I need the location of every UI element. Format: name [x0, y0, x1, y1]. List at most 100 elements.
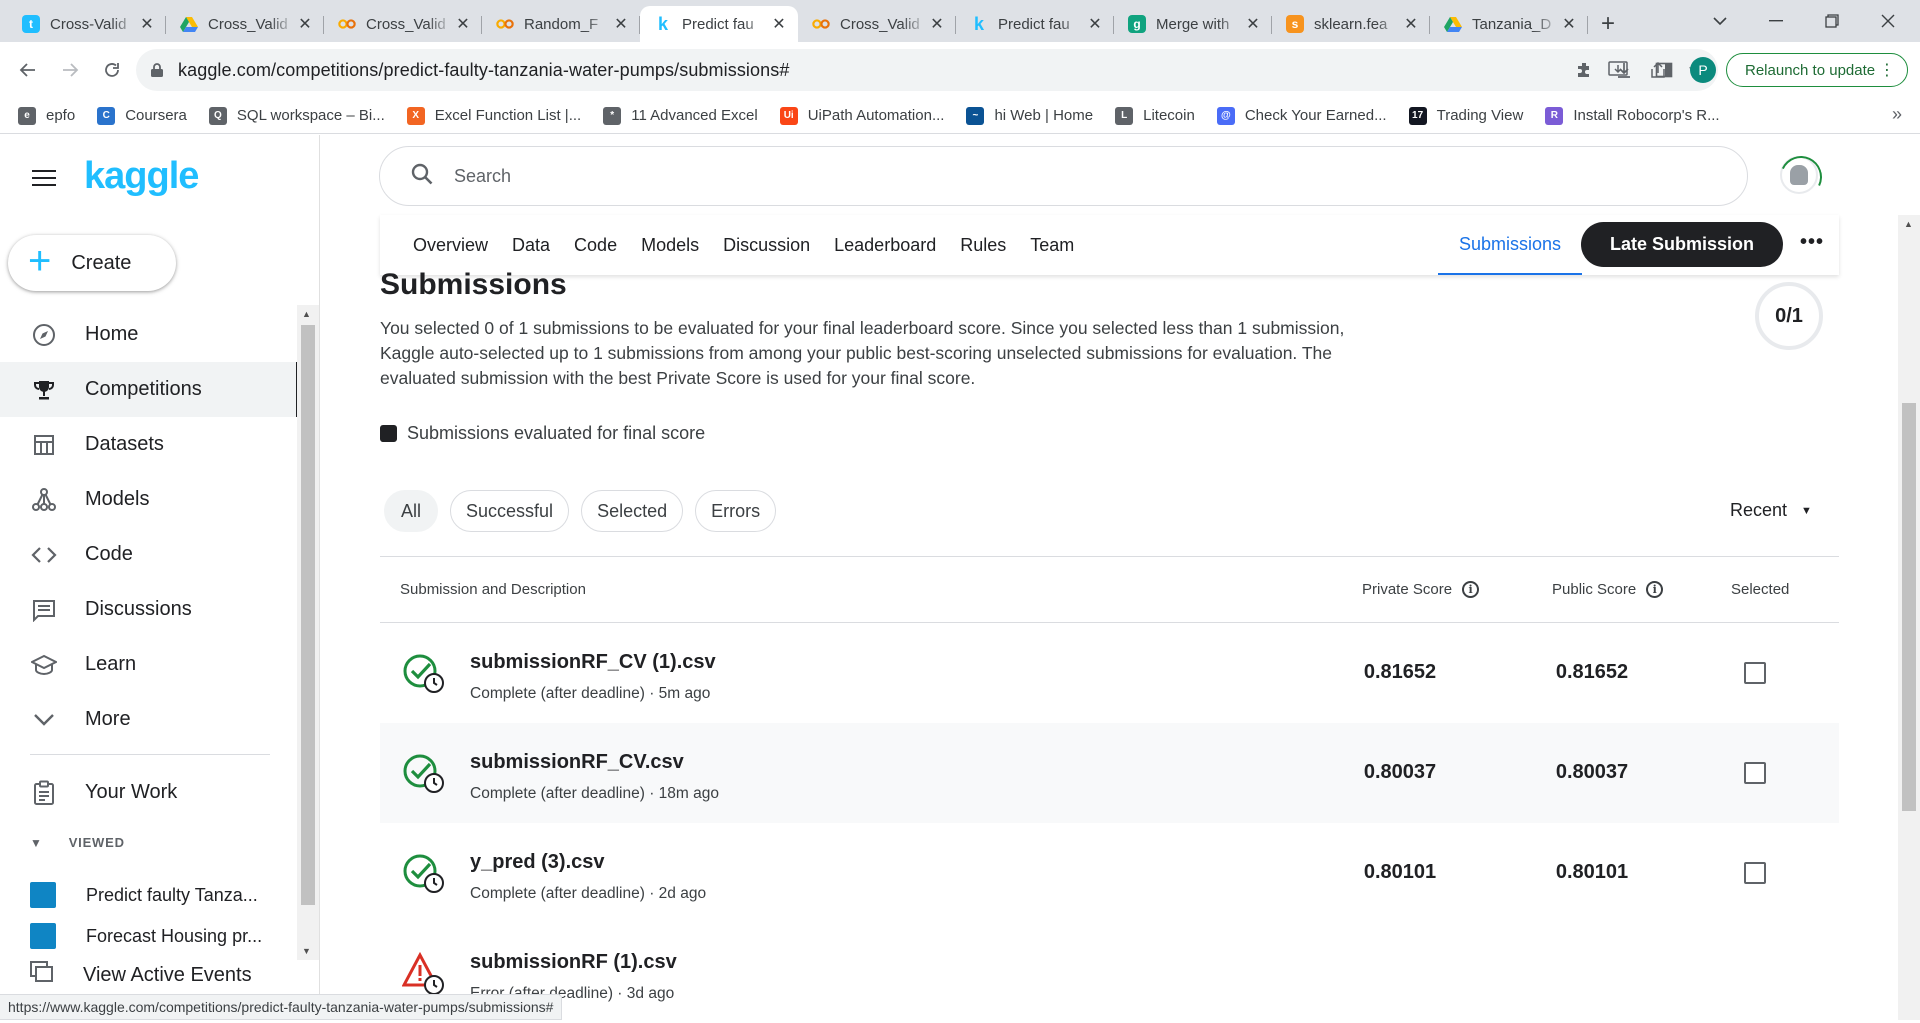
back-icon[interactable] [8, 50, 48, 90]
create-button[interactable]: + Create [8, 235, 176, 291]
table-row[interactable]: submissionRF_CV (1).csv Complete (after d… [380, 623, 1839, 723]
sidebar-item-models[interactable]: Models [0, 472, 300, 527]
close-tab-icon[interactable]: ✕ [1402, 14, 1420, 34]
browser-tab[interactable]: Cross_Valid ✕ [798, 6, 956, 42]
scroll-down-icon[interactable]: ▼ [302, 946, 311, 956]
scrollbar-thumb[interactable] [301, 325, 315, 905]
bookmark-item[interactable]: Ui UiPath Automation... [779, 106, 944, 125]
tab-code[interactable]: Code [562, 215, 629, 275]
tab-models[interactable]: Models [629, 215, 711, 275]
table-row[interactable]: y_pred (3).csv Complete (after deadline) … [380, 823, 1839, 923]
tab-overview[interactable]: Overview [380, 215, 500, 275]
sidebar-item-home[interactable]: Home [0, 307, 300, 362]
filter-chip-errors[interactable]: Errors [695, 490, 777, 532]
download-icon[interactable] [1604, 50, 1644, 90]
restore-icon[interactable] [1806, 0, 1858, 42]
forward-icon[interactable] [50, 50, 90, 90]
bookmark-item[interactable]: * 11 Advanced Excel [603, 106, 758, 125]
tab-search-icon[interactable] [1694, 0, 1746, 42]
submission-name[interactable]: submissionRF (1).csv [470, 951, 677, 974]
kaggle-logo[interactable]: kaggle [84, 155, 199, 198]
submission-name[interactable]: y_pred (3).csv [470, 851, 605, 874]
browser-tab[interactable]: k Predict fau ✕ [640, 6, 798, 42]
address-bar[interactable]: kaggle.com/competitions/predict-faulty-t… [136, 49, 1718, 91]
sidebar-item-your-work[interactable]: Your Work [0, 765, 300, 820]
bookmarks-overflow-icon[interactable]: » [1892, 104, 1902, 125]
bookmark-item[interactable]: R Install Robocorp's R... [1545, 106, 1720, 125]
tab-leaderboard[interactable]: Leaderboard [822, 215, 948, 275]
table-row[interactable]: submissionRF (1).csv Error (after deadlin… [380, 923, 1839, 1023]
bookmark-item[interactable]: X Excel Function List |... [406, 106, 581, 125]
minimize-icon[interactable] [1750, 0, 1802, 42]
close-tab-icon[interactable]: ✕ [138, 14, 156, 34]
close-tab-icon[interactable]: ✕ [770, 14, 788, 34]
viewed-item[interactable]: Predict faulty Tanza... [30, 875, 290, 915]
sidebar-scrollbar[interactable]: ▲ ▼ [297, 305, 319, 960]
close-tab-icon[interactable]: ✕ [1244, 14, 1262, 34]
sidebar-item-datasets[interactable]: Datasets [0, 417, 300, 472]
close-tab-icon[interactable]: ✕ [1560, 14, 1578, 34]
browser-tab[interactable]: Cross_Valid ✕ [324, 6, 482, 42]
view-active-events-link[interactable]: View Active Events [30, 961, 252, 989]
select-checkbox[interactable] [1744, 762, 1766, 784]
select-checkbox[interactable] [1744, 862, 1766, 884]
submission-name[interactable]: submissionRF_CV (1).csv [470, 651, 716, 674]
scroll-up-icon[interactable]: ▲ [1904, 219, 1913, 229]
bookmark-item[interactable]: e epfo [18, 106, 75, 125]
close-tab-icon[interactable]: ✕ [928, 14, 946, 34]
profile-avatar[interactable]: P [1690, 57, 1716, 83]
browser-tab[interactable]: Random_F ✕ [482, 6, 640, 42]
sidebar-item-competitions[interactable]: Competitions [0, 362, 300, 417]
user-avatar[interactable] [1780, 156, 1818, 194]
tab-discussion[interactable]: Discussion [711, 215, 822, 275]
bookmark-item[interactable]: C Coursera [97, 106, 187, 125]
select-checkbox[interactable] [1744, 662, 1766, 684]
tab-data[interactable]: Data [500, 215, 562, 275]
browser-tab[interactable]: g Merge with ✕ [1114, 6, 1272, 42]
page-scrollbar[interactable]: ▲ [1898, 215, 1920, 1020]
close-tab-icon[interactable]: ✕ [1086, 14, 1104, 34]
menu-icon[interactable] [32, 170, 56, 191]
viewed-item[interactable]: Forecast Housing pr... [30, 916, 290, 956]
more-horiz-icon[interactable]: ••• [1800, 231, 1824, 254]
side-panel-icon[interactable] [1644, 50, 1684, 90]
close-tab-icon[interactable]: ✕ [454, 14, 472, 34]
browser-tab[interactable]: Cross_Valid ✕ [166, 6, 324, 42]
filter-chip-all[interactable]: All [384, 490, 439, 532]
filter-chip-successful[interactable]: Successful [450, 490, 570, 532]
tab-rules[interactable]: Rules [948, 215, 1018, 275]
scrollbar-thumb[interactable] [1902, 403, 1916, 811]
extensions-icon[interactable] [1564, 50, 1604, 90]
relaunch-button[interactable]: Relaunch to update ⋮ [1726, 53, 1908, 87]
more-vert-icon[interactable]: ⋮ [1879, 60, 1895, 80]
table-row[interactable]: submissionRF_CV.csv Complete (after deadl… [380, 723, 1839, 823]
submission-name[interactable]: submissionRF_CV.csv [470, 751, 684, 774]
bookmark-item[interactable]: Q SQL workspace – Bi... [208, 106, 385, 125]
new-tab-button[interactable]: + [1588, 6, 1628, 42]
close-window-icon[interactable] [1862, 0, 1914, 42]
bookmark-item[interactable]: ~ hi Web | Home [966, 106, 1093, 125]
bookmark-item[interactable]: L Litecoin [1115, 106, 1195, 125]
filter-chip-selected[interactable]: Selected [581, 490, 684, 532]
close-tab-icon[interactable]: ✕ [612, 14, 630, 34]
late-submission-button[interactable]: Late Submission [1581, 222, 1783, 267]
sort-dropdown[interactable]: Recent ▼ [1730, 500, 1812, 521]
sidebar-item-learn[interactable]: Learn [0, 637, 300, 692]
bookmark-item[interactable]: 17 Trading View [1408, 106, 1523, 125]
viewed-header[interactable]: ▼ VIEWED [30, 835, 125, 850]
tab-submissions[interactable]: Submissions [1438, 215, 1582, 275]
browser-tab[interactable]: s sklearn.fea ✕ [1272, 6, 1430, 42]
sidebar-item-code[interactable]: Code [0, 527, 300, 582]
bookmark-item[interactable]: @ Check Your Earned... [1216, 106, 1387, 125]
info-icon[interactable]: i [1462, 581, 1480, 598]
browser-tab[interactable]: Tanzania_D ✕ [1430, 6, 1588, 42]
tab-team[interactable]: Team [1018, 215, 1086, 275]
info-icon[interactable]: i [1646, 581, 1664, 598]
sidebar-item-more[interactable]: More [0, 692, 300, 747]
reload-icon[interactable] [92, 50, 132, 90]
sidebar-item-discussions[interactable]: Discussions [0, 582, 300, 637]
scroll-up-icon[interactable]: ▲ [302, 309, 311, 319]
search-input[interactable]: Search [379, 146, 1748, 206]
browser-tab[interactable]: k Predict fau ✕ [956, 6, 1114, 42]
browser-tab[interactable]: t Cross-Valid ✕ [8, 6, 166, 42]
